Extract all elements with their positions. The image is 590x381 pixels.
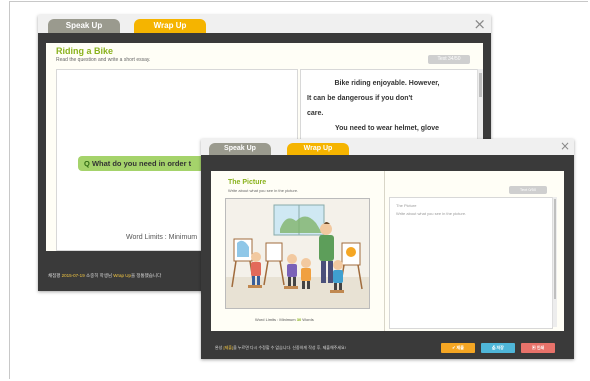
answer-line: The Picture [396,203,417,208]
content-panel: The Picture Write about what you see in … [211,171,564,331]
instruction-text: Read the question and write a short essa… [56,57,151,63]
tab-speak-up[interactable]: Speak Up [209,143,271,155]
question-mark: Q [84,159,90,168]
word-limit-text: Word Limits : Minimum [126,234,198,241]
close-icon[interactable]: × [560,139,570,153]
print-icon: ▣ [531,345,536,350]
tab-wrap-up[interactable]: Wrap Up [134,19,206,33]
save-icon: ⎙ [492,345,496,350]
page-title: Riding a Bike [56,46,114,56]
footer-notice: 채점평 2015-07-19 소중히 학생님 Wrap Up을 정통했습니다 [48,273,162,278]
essay-line: care. [307,110,324,117]
text-counter-badge: Text 34/50 [428,55,470,64]
picture-image [225,198,370,309]
essay-line: You need to wear helmet, glove [334,125,440,132]
check-icon: ✔ [452,345,456,350]
tab-wrap-up[interactable]: Wrap Up [287,143,349,155]
tab-bar: Speak Up Wrap Up × [38,15,491,33]
tab-speak-up[interactable]: Speak Up [48,19,120,33]
page-title: The Picture [228,179,267,186]
question-text: What do you need in order t [91,159,192,168]
essay-line: Bike riding enjoyable. However, [334,80,440,87]
submit-button[interactable]: ✔ 제출 [441,343,475,353]
instruction-text: Write about what you see in the picture. [228,188,299,193]
footer-notice: 완성 [제출]을 누르면 다시 수정할 수 없습니다. 신중하게 작성 후, 제… [215,345,346,350]
scrollbar[interactable] [552,197,557,327]
answer-textarea[interactable]: The Picture Write about what you see in … [389,197,553,329]
writing-window-front: Speak Up Wrap Up × The Picture Write abo… [201,139,574,359]
tab-bar: Speak Up Wrap Up × [201,139,574,155]
close-icon[interactable]: × [473,15,486,33]
print-button[interactable]: ▣ 인쇄 [521,343,555,353]
essay-line: It can be dangerous if you don't [307,95,413,102]
answer-line: Write about what you see in the picture. [396,211,467,216]
word-limit-text: Word Limits : Minimum 30 Words [255,317,314,322]
panel-divider [384,171,385,331]
save-button[interactable]: ⎙ 저장 [481,343,515,353]
text-counter-badge: Text 0/50 [509,186,547,194]
